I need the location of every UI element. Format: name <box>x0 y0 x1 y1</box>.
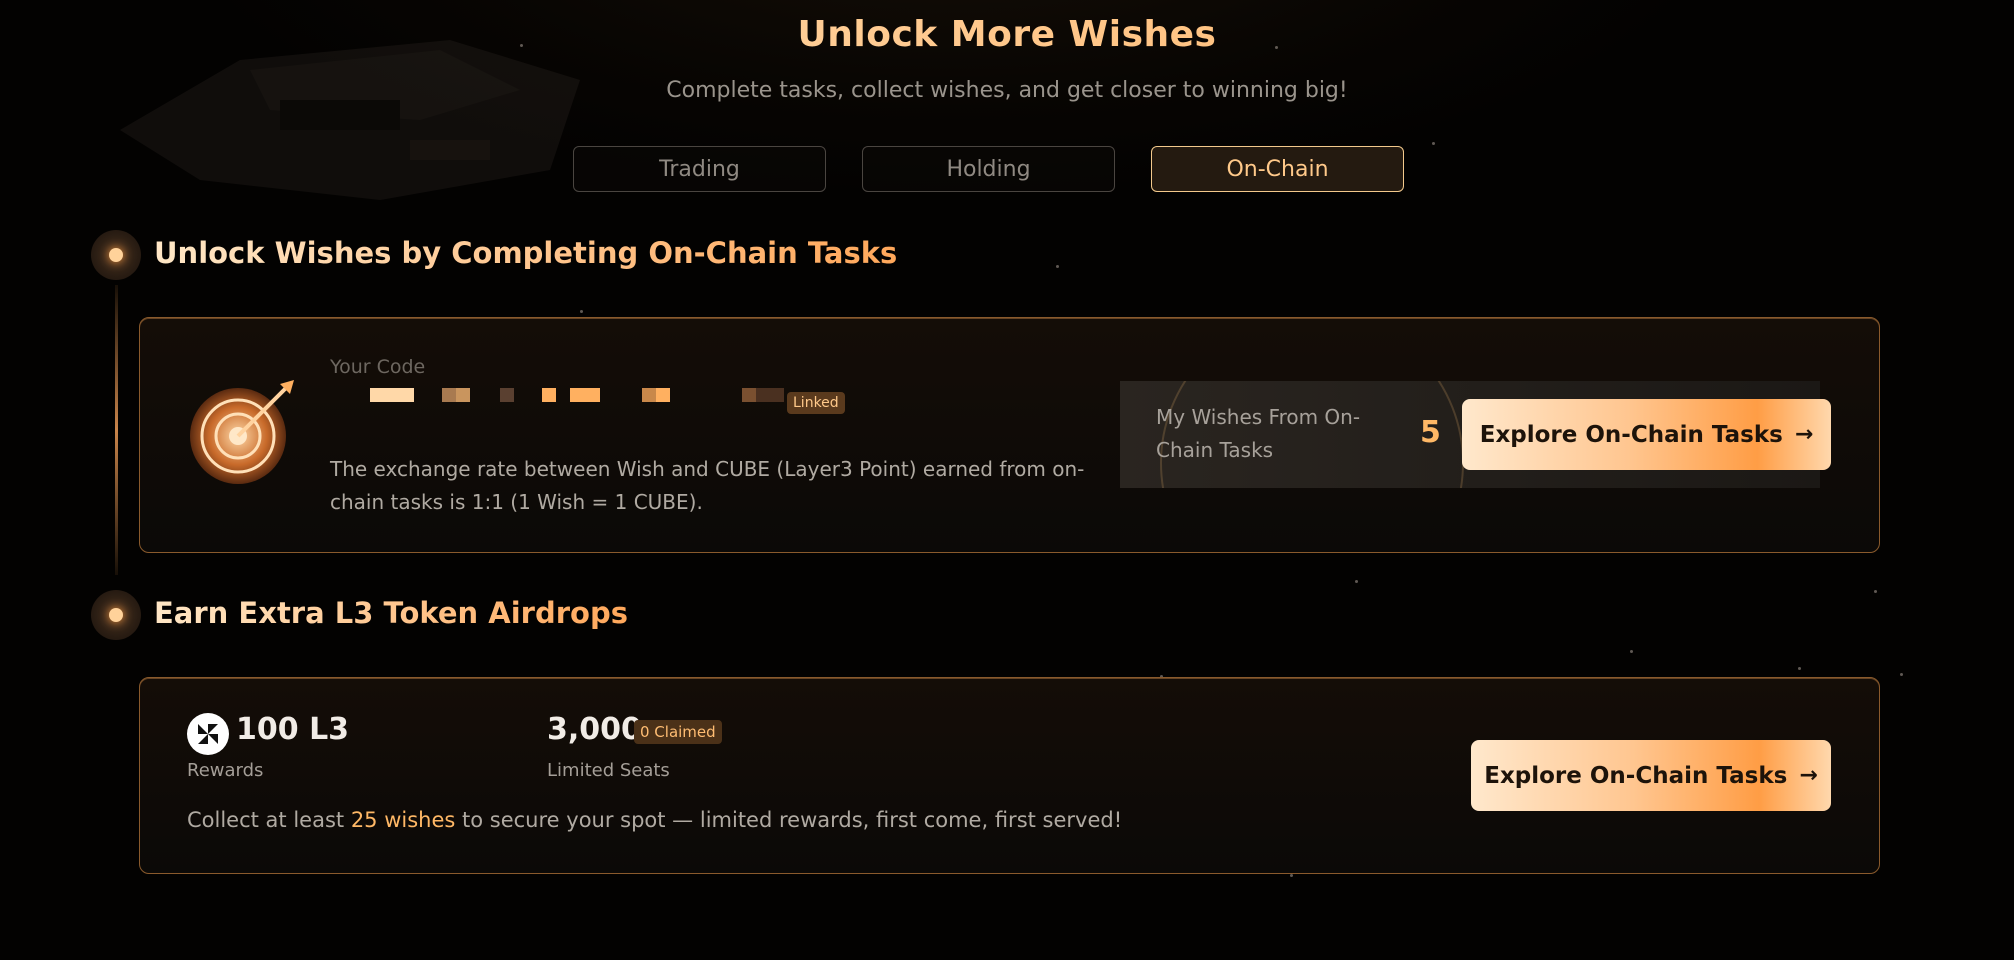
timeline-line <box>115 285 118 575</box>
tab-on-chain[interactable]: On-Chain <box>1151 146 1404 192</box>
tab-holding[interactable]: Holding <box>862 146 1115 192</box>
timeline-dot-2 <box>91 590 141 640</box>
linked-badge: Linked <box>787 392 845 414</box>
exchange-rate-text: The exchange rate between Wish and CUBE … <box>330 457 1085 514</box>
seats-count: 3,000 <box>547 712 642 747</box>
arrow-right-icon: → <box>1794 422 1814 447</box>
button-label: Explore On-Chain Tasks <box>1479 421 1783 448</box>
collect-suffix: to secure your spot — limited rewards, f… <box>455 808 1123 832</box>
code-label: Your Code <box>330 356 426 378</box>
timeline-dot-1 <box>91 230 141 280</box>
claimed-badge: 0 Claimed <box>634 720 722 744</box>
seats-label: Limited Seats <box>547 760 670 781</box>
explore-on-chain-tasks-button[interactable]: Explore On-Chain Tasks → <box>1462 399 1831 470</box>
collect-highlight: 25 wishes <box>350 808 456 832</box>
wishes-count: 5 <box>1420 415 1441 450</box>
tab-trading[interactable]: Trading <box>573 146 826 192</box>
on-chain-card: Your Code Linked The exchange rate betwe… <box>139 317 1880 553</box>
section-title-on-chain: Unlock Wishes by Completing On-Chain Tas… <box>154 236 898 270</box>
target-icon <box>190 380 294 484</box>
button-label: Explore On-Chain Tasks <box>1484 762 1788 789</box>
arrow-right-icon: → <box>1799 763 1818 788</box>
page-title: Unlock More Wishes <box>0 14 2014 55</box>
explore-on-chain-tasks-button-2[interactable]: Explore On-Chain Tasks → <box>1471 740 1831 811</box>
collect-requirement-text: Collect at least 25 wishes to secure you… <box>187 808 1122 832</box>
code-value-obscured <box>330 388 784 402</box>
reward-amount: 100 L3 <box>236 712 350 747</box>
reward-label: Rewards <box>187 760 264 781</box>
collect-prefix: Collect at least <box>187 808 351 832</box>
page-subtitle: Complete tasks, collect wishes, and get … <box>666 78 1348 103</box>
l3-token-icon <box>187 713 229 755</box>
wishes-label: My Wishes From On-Chain Tasks <box>1156 405 1361 462</box>
airdrop-card: 100 L3 Rewards 3,000 0 Claimed Limited S… <box>139 677 1880 874</box>
section-title-airdrops: Earn Extra L3 Token Airdrops <box>154 596 628 630</box>
task-tabs: Trading Holding On-Chain <box>573 146 1404 192</box>
